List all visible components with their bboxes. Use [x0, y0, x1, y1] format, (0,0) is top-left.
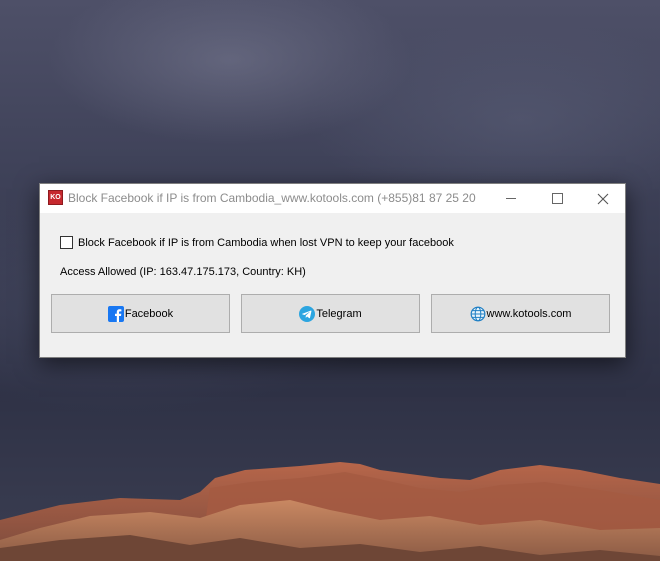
- block-facebook-checkbox[interactable]: [60, 236, 73, 249]
- block-facebook-label[interactable]: Block Facebook if IP is from Cambodia wh…: [78, 237, 454, 249]
- globe-icon: [470, 306, 486, 322]
- facebook-button[interactable]: Facebook: [51, 294, 230, 333]
- facebook-icon: [107, 305, 124, 322]
- close-button[interactable]: [580, 184, 626, 213]
- access-status: Access Allowed (IP: 163.47.175.173, Coun…: [60, 266, 306, 278]
- facebook-button-label: Facebook: [124, 307, 174, 320]
- minimize-button[interactable]: [488, 184, 534, 213]
- website-button[interactable]: www.kotools.com: [431, 294, 610, 333]
- block-facebook-option[interactable]: Block Facebook if IP is from Cambodia wh…: [60, 236, 454, 249]
- website-button-label: www.kotools.com: [486, 307, 572, 320]
- app-window: KO Block Facebook if IP is from Cambodia…: [39, 183, 626, 358]
- minimize-icon: [506, 198, 516, 199]
- close-icon: [597, 193, 609, 204]
- app-icon: KO: [48, 190, 63, 205]
- maximize-icon: [551, 193, 563, 204]
- title-bar[interactable]: KO Block Facebook if IP is from Cambodia…: [40, 184, 625, 213]
- window-title: Block Facebook if IP is from Cambodia_ww…: [68, 191, 476, 205]
- telegram-icon: [299, 305, 316, 322]
- maximize-button[interactable]: [534, 184, 580, 213]
- telegram-button[interactable]: Telegram: [241, 294, 420, 333]
- telegram-button-label: Telegram: [316, 307, 362, 320]
